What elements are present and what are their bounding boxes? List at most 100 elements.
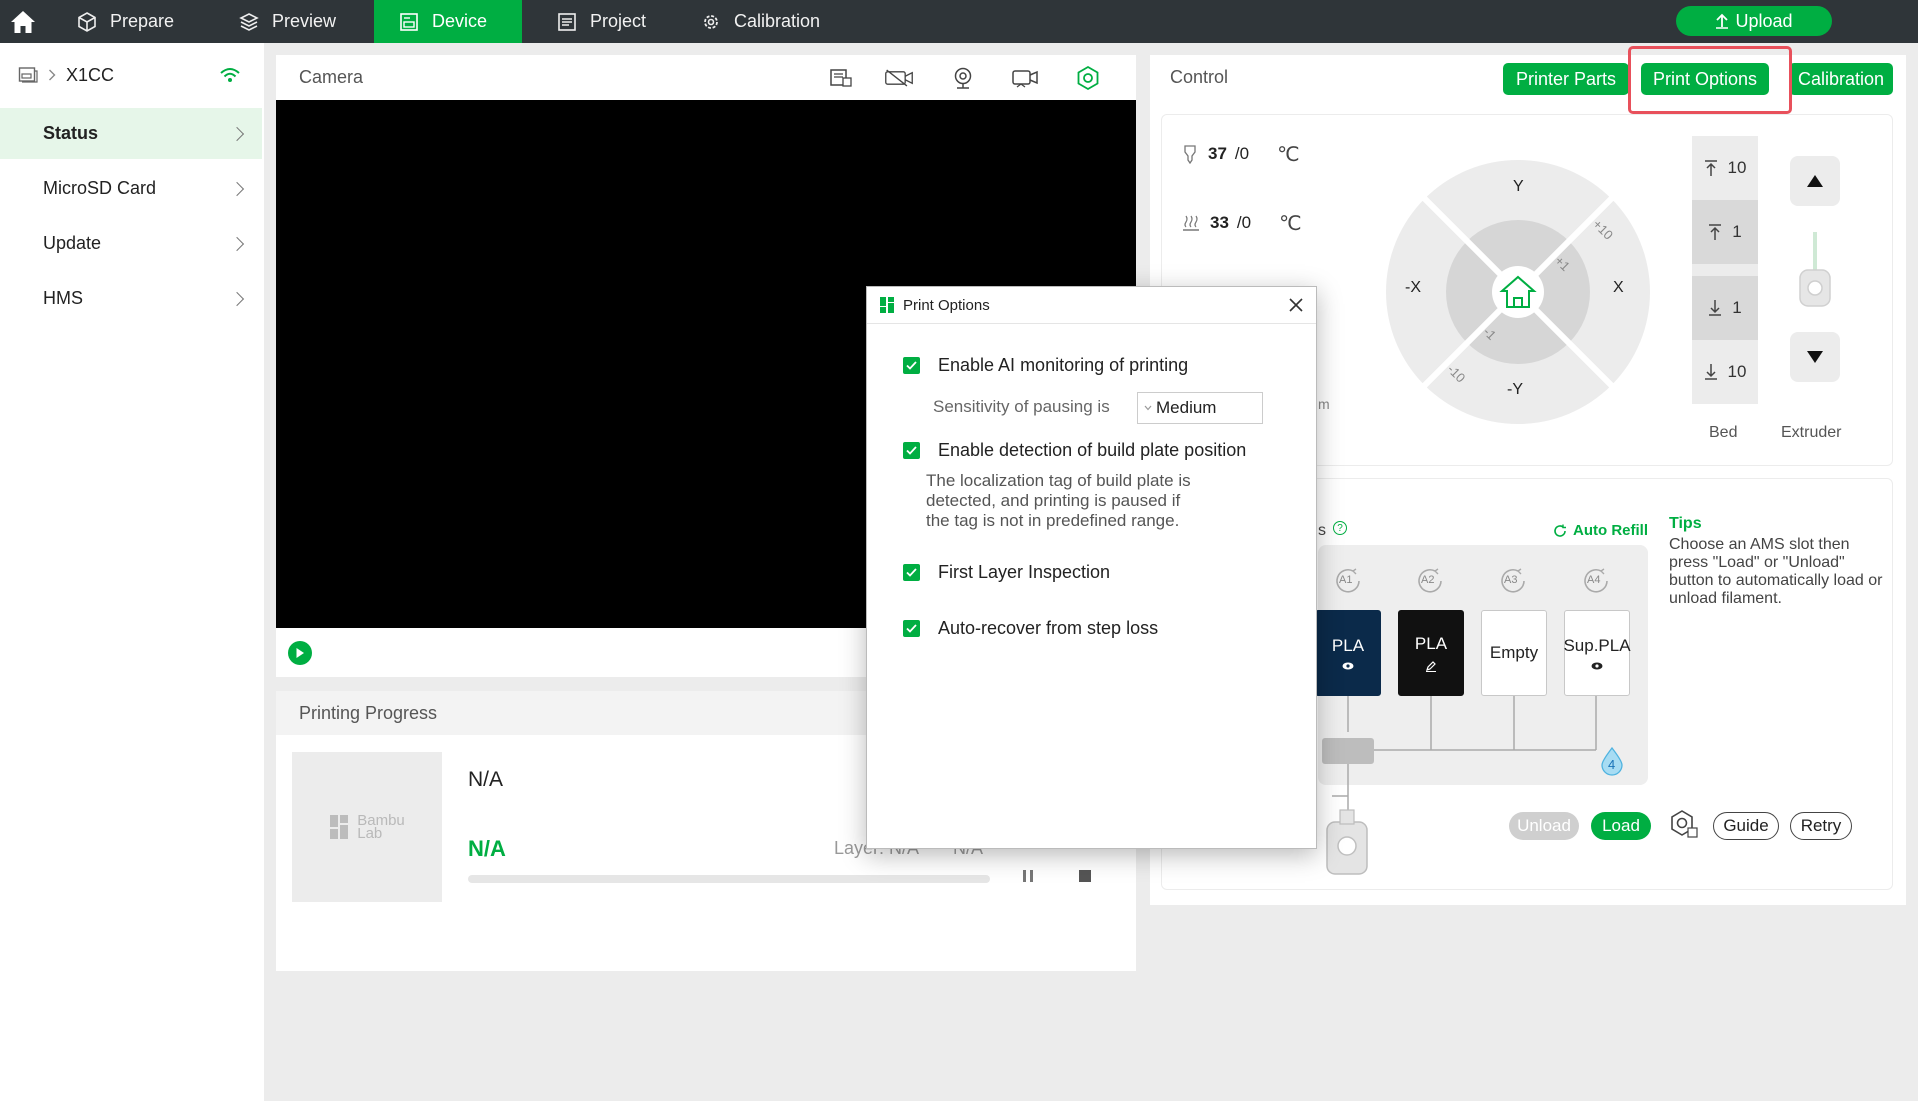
upload-button[interactable]: Upload [1676,6,1832,36]
ams-settings-icon[interactable] [1668,808,1700,845]
progress-bar [468,875,990,883]
checkbox-checked[interactable] [903,563,920,581]
description-line: The localization tag of build plate is [926,471,1191,490]
extruder-mini-icon [1324,808,1370,885]
video-off-icon[interactable] [884,63,914,93]
retry-button[interactable]: Retry [1790,812,1852,840]
slot-tag-text: A3 [1504,574,1518,586]
build-plate-detection-option[interactable]: Enable detection of build plate position [903,438,1246,462]
tab-preview-label: Preview [272,11,337,31]
bed-up-1-label: 1 [1732,222,1742,241]
extruder-up-button[interactable] [1790,156,1840,206]
bed-temp-target: /0 [1236,213,1252,232]
chevron-right-icon [229,126,245,141]
sidebar-item-update[interactable]: Update [0,218,262,269]
sidebar-item-status[interactable]: Status [0,108,262,159]
dialog-title: Print Options [903,296,990,314]
calibration-button[interactable]: Calibration [1789,63,1893,95]
ams-slot-a2[interactable]: PLA [1398,610,1464,696]
tips-text: Choose an AMS slot then press "Load" or … [1669,536,1883,607]
sensitivity-label: Sensitivity of pausing is [933,397,1110,416]
auto-refill-button[interactable]: Auto Refill [1553,522,1648,539]
bed-temp-current: 33 [1210,213,1229,232]
auto-recover-option[interactable]: Auto-recover from step loss [903,616,1158,640]
close-icon[interactable] [1282,291,1310,319]
bed-temp[interactable]: 33 /0 ℃ [1182,208,1332,238]
wifi-icon [219,66,241,89]
arrow-up-icon [1704,160,1717,176]
dialog-header: Print Options [867,287,1316,324]
tab-device-label: Device [432,11,488,31]
bed-down-1-button[interactable]: 1 [1692,276,1758,340]
ams-slot-a3[interactable]: Empty [1481,610,1547,696]
webcam-icon[interactable] [948,63,978,93]
video-record-icon[interactable] [1010,63,1040,93]
tab-device[interactable]: Device [374,0,522,43]
description-line: detected, and printing is paused if [926,491,1181,510]
jog-y-minus[interactable]: -Y [1507,381,1523,399]
checkbox-checked[interactable] [903,619,920,637]
sidebar-item-hms[interactable]: HMS [0,273,262,324]
home-axes-icon[interactable] [1499,274,1537,315]
edit-icon [1426,661,1436,672]
help-icon[interactable]: ? [1333,521,1347,535]
unload-button[interactable]: Unload [1509,812,1579,840]
bed-down-10-button[interactable]: 10 [1692,340,1758,404]
pause-icon[interactable] [1020,868,1036,889]
printing-progress-title: Printing Progress [299,703,438,723]
highlight-box [1628,46,1792,114]
load-button[interactable]: Load [1591,812,1651,840]
tab-preview[interactable]: Preview [214,0,360,43]
bed-up-1-button[interactable]: 1 [1692,200,1758,264]
home-icon[interactable] [8,7,38,37]
checkbox-checked[interactable] [903,441,920,459]
slot-tag-text: A2 [1421,574,1435,586]
sensitivity-select[interactable]: Medium [1137,392,1263,424]
printer-parts-button[interactable]: Printer Parts [1503,63,1629,95]
first-layer-inspection-option[interactable]: First Layer Inspection [903,560,1110,584]
guide-button[interactable]: Guide [1713,812,1779,840]
play-icon[interactable] [288,641,312,665]
extruder-label: Extruder [1781,424,1842,441]
tab-project-label: Project [590,11,647,31]
tab-project[interactable]: Project [532,0,670,43]
arrow-down-icon [1704,364,1717,380]
slot-tag-a2: A2 [1413,566,1449,596]
printer-selector[interactable]: X1CC [18,60,248,90]
sidebar-item-microsd[interactable]: MicroSD Card [0,163,262,214]
jog-y-plus[interactable]: Y [1513,178,1524,196]
arrow-up-icon [1709,224,1722,240]
tab-calibration[interactable]: Calibration [676,0,844,43]
check-icon [906,445,917,455]
gear-icon [704,14,718,29]
option-label: Auto-recover from step loss [938,617,1159,638]
ams-title-partial: s [1318,522,1326,539]
checkbox-checked[interactable] [903,356,920,374]
check-icon [906,567,917,577]
bed-up-10-button[interactable]: 10 [1692,136,1758,200]
slot-tag-text: A4 [1587,574,1601,586]
ams-slot-a4[interactable]: Sup.PLA [1563,610,1631,696]
jog-x-minus[interactable]: -X [1405,279,1421,297]
eye-icon [1591,662,1603,670]
ams-slot-a1[interactable]: PLA [1315,610,1381,696]
sidebar-item-label: Status [43,123,99,143]
tab-calibration-label: Calibration [734,11,821,31]
extruder-down-button[interactable] [1790,332,1840,382]
jog-x-plus[interactable]: X [1613,279,1624,297]
camera-settings-icon[interactable] [1073,63,1103,93]
sd-record-icon[interactable] [826,63,856,93]
stop-icon[interactable] [1077,868,1093,889]
chevron-right-icon [229,291,245,306]
humidity-drop-icon[interactable]: 4 [1600,746,1624,781]
bed-label: Bed [1709,424,1738,441]
slot-label: PLA [1331,636,1365,655]
cube-icon [78,11,96,32]
nozzle-temp[interactable]: 37 /0 ℃ [1182,139,1332,169]
ai-monitoring-option[interactable]: Enable AI monitoring of printing [903,353,1188,377]
progress-percent: N/A [468,836,506,861]
slot-tag-a3: A3 [1496,566,1532,596]
upload-label: Upload [1735,10,1793,31]
tab-prepare[interactable]: Prepare [52,0,198,43]
nozzle-temp-target: /0 [1234,144,1250,163]
